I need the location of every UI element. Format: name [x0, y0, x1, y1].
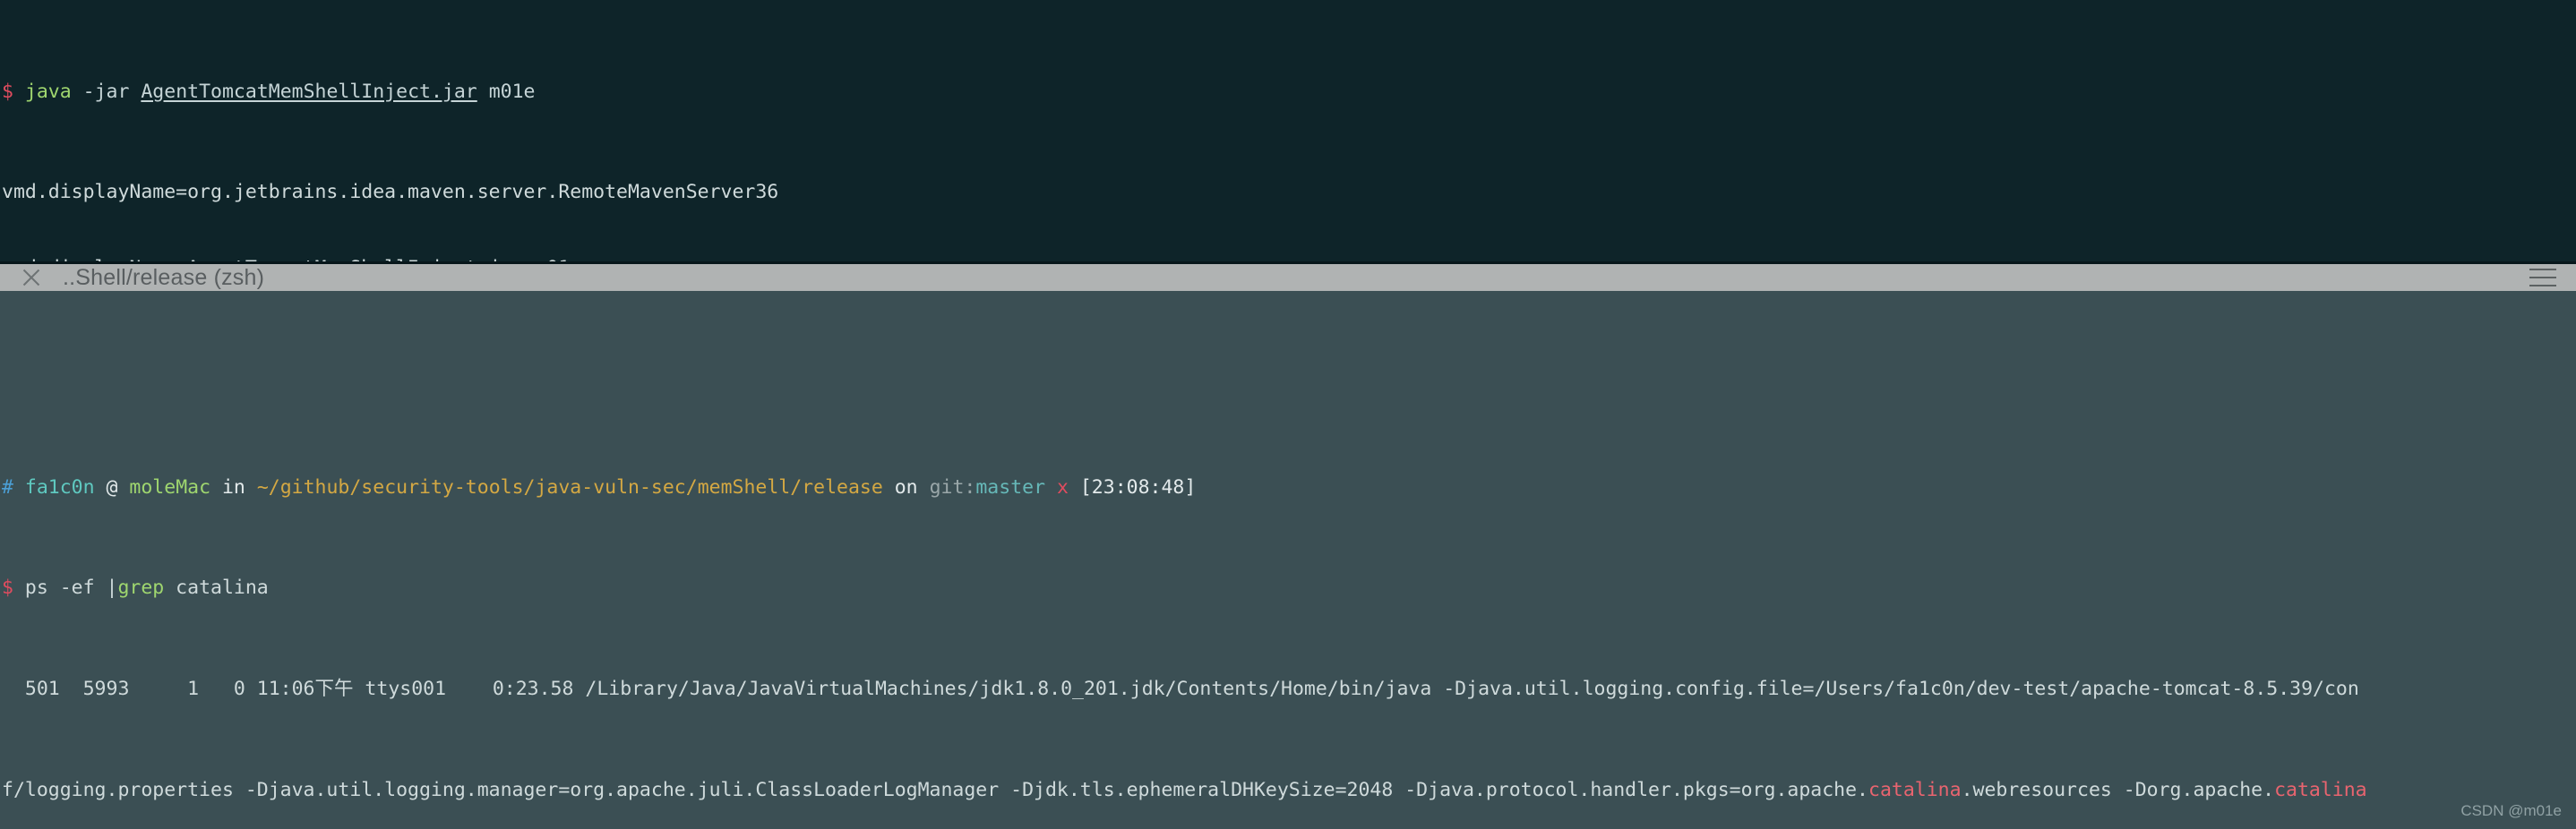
close-icon[interactable] [18, 264, 45, 291]
prompt-sigil: $ [2, 80, 13, 103]
prompt-in: in [210, 475, 257, 499]
ps-output-row: f/logging.properties -Djava.util.logging… [2, 778, 2576, 803]
pane-tabbar[interactable]: ..Shell/release (zsh) [0, 261, 2576, 292]
watermark: CSDN @m01e [2460, 801, 2562, 819]
output-line: vmd.displayName=org.jetbrains.idea.maven… [2, 181, 779, 204]
tab-title[interactable]: ..Shell/release (zsh) [63, 265, 264, 291]
bottom-prompt-line: # fa1c0n @ moleMac in ~/github/security-… [2, 475, 2576, 500]
input-sigil: $ [2, 577, 13, 600]
command-pattern: catalina [164, 577, 269, 600]
prompt-git-dirty: x [1045, 475, 1069, 499]
ps-output-row: 501 5993 1 0 11:06下午 ttys001 0:23.58 /Li… [2, 678, 2359, 701]
prompt-host: moleMac [129, 475, 211, 499]
prompt-at: @ [94, 475, 130, 499]
prompt-path: ~/github/security-tools/java-vuln-sec/me… [256, 475, 883, 499]
command-extra-arg: m01e [477, 80, 536, 103]
menu-icon[interactable] [2529, 269, 2556, 287]
prompt-time: [23:08:48] [1068, 475, 1197, 499]
ps-text: .webresources -Dorg.apache. [1961, 778, 2275, 801]
command-flag: -jar [71, 80, 142, 103]
bottom-command-line: $ ps -ef |grep catalina [2, 576, 2576, 601]
command-jar-arg: AgentTomcatMemShellInject.jar [141, 80, 477, 103]
prompt-git-label: git: [929, 475, 976, 499]
grep-match: catalina [2274, 778, 2367, 801]
prompt-on: on [882, 475, 930, 499]
command-name: java [24, 80, 72, 103]
prompt-user: fa1c0n [24, 475, 95, 499]
top-command-line: $ java -jar AgentTomcatMemShellInject.ja… [2, 80, 2576, 105]
blank-spacer [2, 371, 2576, 399]
terminal-pane-bottom[interactable]: # fa1c0n @ moleMac in ~/github/security-… [0, 291, 2576, 829]
terminal-pane-top[interactable]: $ java -jar AgentTomcatMemShellInject.ja… [0, 0, 2576, 262]
prompt-git-branch: master [975, 475, 1046, 499]
prompt-hash: # [2, 475, 13, 499]
command-grep: grep [117, 577, 165, 600]
terminal-window: $ java -jar AgentTomcatMemShellInject.ja… [0, 0, 2576, 829]
command-text: ps -ef | [13, 577, 118, 600]
grep-match: catalina [1868, 778, 1962, 801]
ps-text: f/logging.properties -Djava.util.logging… [2, 778, 1868, 801]
